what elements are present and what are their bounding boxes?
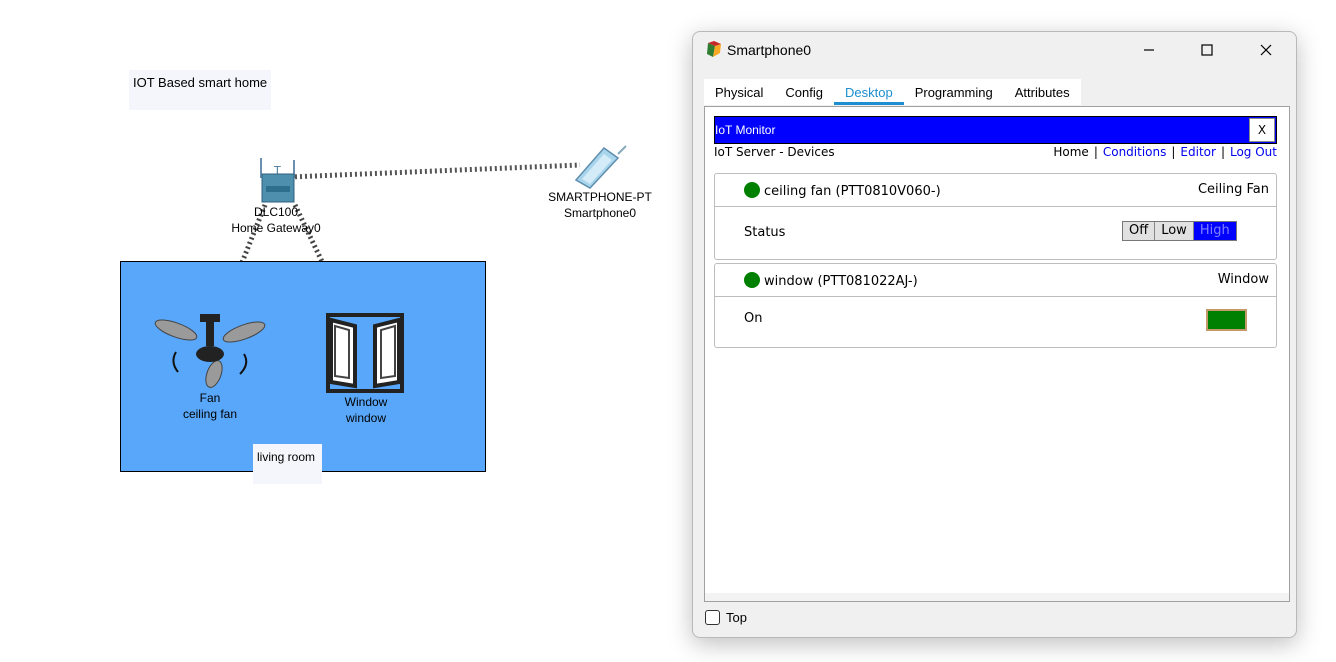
server-label: IoT Server - Devices (714, 145, 835, 159)
iot-close-button[interactable]: X (1249, 118, 1275, 142)
device-card-header[interactable]: ceiling fan (PTT0810V060-) Ceiling Fan (715, 174, 1276, 207)
top-checkbox-label: Top (726, 610, 747, 625)
fan-name: ceiling fan (182, 407, 238, 421)
server-nav: Home | Conditions | Editor | Log Out (1053, 145, 1277, 159)
device-name: ceiling fan (PTT0810V060-) (764, 184, 941, 199)
smartphone-label: SMARTPHONE-PT Smartphone0 (540, 189, 660, 221)
room-note-text: living room (257, 450, 316, 464)
fan-speed-selector: Off Low High (1122, 221, 1237, 241)
smartphone-icon[interactable] (570, 144, 630, 190)
device-card-window: window (PTT081022AJ-) Window On (714, 263, 1277, 348)
desktop-panel: IoT Monitor X IoT Server - Devices Home |… (704, 106, 1290, 602)
tab-bar: Physical Config Desktop Programming Attr… (704, 79, 1081, 105)
panel-footer (705, 593, 1289, 601)
gateway-name: Home Gateway0 (231, 221, 321, 235)
ceiling-fan-icon[interactable] (152, 312, 268, 392)
tab-desktop[interactable]: Desktop (834, 79, 904, 105)
tab-config[interactable]: Config (774, 79, 834, 105)
nav-conditions-link[interactable]: Conditions (1103, 145, 1167, 159)
window-device-name: window (345, 411, 387, 425)
device-card-header[interactable]: window (PTT081022AJ-) Window (715, 264, 1276, 297)
smartphone-window[interactable]: Smartphone0 Physical Config Desktop Prog… (692, 31, 1297, 638)
smartphone-name: Smartphone0 (563, 206, 637, 220)
device-type: Window (1217, 272, 1269, 287)
fan-model: Fan (199, 391, 221, 405)
smartphone-model: SMARTPHONE-PT (548, 190, 652, 204)
close-icon (1260, 44, 1272, 56)
window-title: Smartphone0 (727, 42, 812, 58)
window-device-label: Window window (326, 394, 406, 426)
device-type: Ceiling Fan (1197, 182, 1269, 197)
property-label: On (744, 311, 763, 326)
room-note[interactable]: living room (253, 444, 322, 484)
title-note-text: IOT Based smart home (133, 75, 268, 90)
window-titlebar[interactable]: Smartphone0 (693, 32, 1296, 68)
server-row: IoT Server - Devices Home | Conditions | Edi… (714, 145, 1277, 161)
device-card-ceiling-fan: ceiling fan (PTT0810V060-) Ceiling Fan S… (714, 173, 1277, 260)
tab-physical[interactable]: Physical (704, 79, 774, 105)
home-gateway-icon[interactable]: T (258, 156, 298, 204)
tab-attributes[interactable]: Attributes (1004, 79, 1081, 105)
close-button[interactable] (1243, 36, 1289, 64)
title-note[interactable]: IOT Based smart home (129, 70, 271, 110)
window-device-icon[interactable] (325, 312, 405, 394)
fan-label: Fan ceiling fan (170, 390, 250, 422)
gateway-model: DLC100 (253, 205, 299, 219)
maximize-icon (1201, 44, 1213, 56)
gateway-label: DLC100 Home Gateway0 (226, 204, 326, 236)
iot-monitor-title: IoT Monitor (715, 123, 776, 137)
window-on-indicator[interactable] (1206, 309, 1247, 331)
nav-logout-link[interactable]: Log Out (1230, 145, 1277, 159)
nav-home-link[interactable]: Home (1053, 145, 1088, 159)
nav-editor-link[interactable]: Editor (1180, 145, 1216, 159)
top-checkbox[interactable] (705, 610, 720, 625)
status-indicator (744, 272, 760, 288)
speed-off-button[interactable]: Off (1123, 222, 1156, 240)
device-name: window (PTT081022AJ-) (764, 274, 918, 289)
app-icon (707, 41, 721, 57)
speed-low-button[interactable]: Low (1155, 222, 1194, 240)
iot-monitor-header: IoT Monitor X (714, 116, 1277, 144)
tab-programming[interactable]: Programming (904, 79, 1004, 105)
minimize-button[interactable] (1126, 36, 1172, 64)
status-indicator (744, 182, 760, 198)
maximize-button[interactable] (1184, 36, 1230, 64)
speed-high-button[interactable]: High (1193, 222, 1236, 240)
property-label: Status (744, 225, 786, 240)
window-device-model: Window (344, 395, 388, 409)
minimize-icon (1144, 49, 1154, 51)
